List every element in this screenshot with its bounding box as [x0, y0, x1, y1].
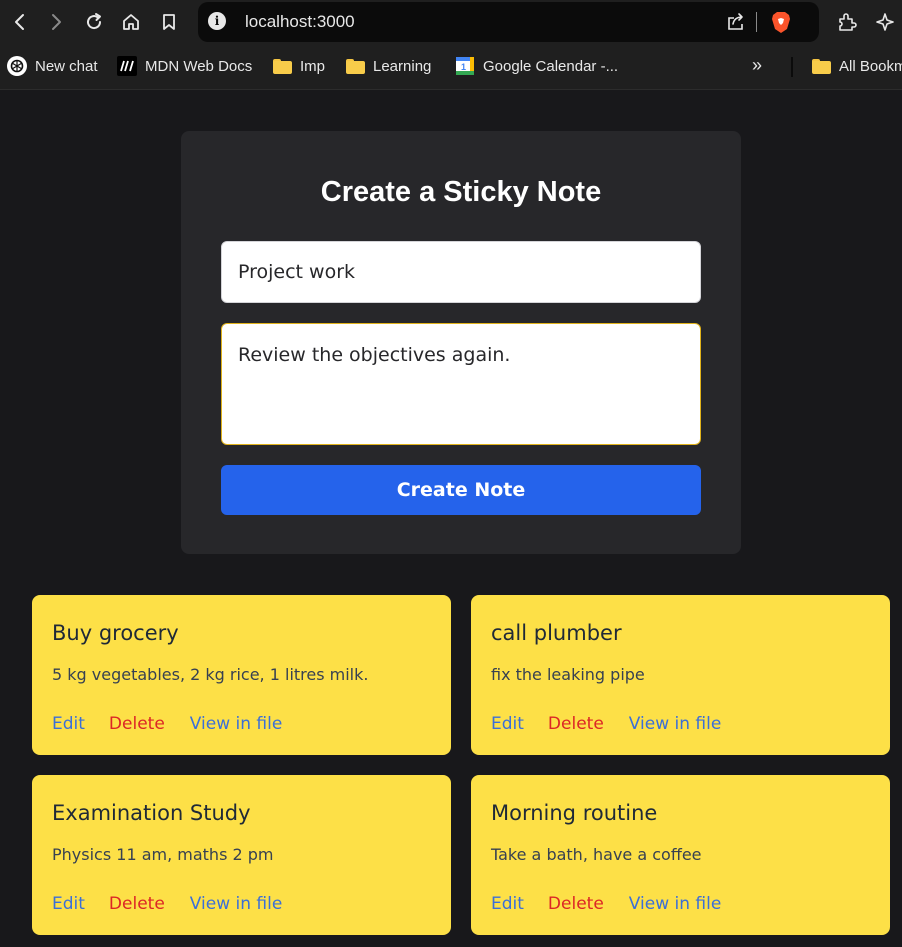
bookmark-label: All Bookm [839, 57, 902, 75]
bookmark-folder-imp[interactable]: Imp [272, 55, 325, 77]
browser-toolbar: i localhost:3000 [0, 0, 902, 44]
home-button[interactable] [117, 8, 145, 36]
google-calendar-icon: 1 [455, 56, 475, 76]
create-note-form: Create a Sticky Note Review the objectiv… [181, 131, 741, 554]
note-actions: Edit Delete View in file [52, 714, 282, 734]
edit-link[interactable]: Edit [52, 894, 85, 914]
bookmark-folder-learning[interactable]: Learning [345, 55, 431, 77]
site-info-icon[interactable]: i [208, 12, 226, 30]
delete-link[interactable]: Delete [109, 714, 165, 734]
note-title: Morning routine [491, 801, 658, 825]
bookmark-mdn[interactable]: MDN Web Docs [117, 55, 252, 77]
delete-link[interactable]: Delete [548, 894, 604, 914]
note-content: fix the leaking pipe [491, 665, 645, 684]
more-bookmarks-chevron[interactable]: » [752, 55, 762, 76]
bookmark-label: Google Calendar -... [483, 57, 619, 75]
note-title: Examination Study [52, 801, 251, 825]
share-icon[interactable] [726, 12, 746, 32]
view-in-file-link[interactable]: View in file [190, 714, 283, 734]
note-content: Take a bath, have a coffee [491, 845, 702, 864]
sticky-note: call plumber fix the leaking pipe Edit D… [471, 595, 890, 755]
note-title: call plumber [491, 621, 622, 645]
forward-button[interactable] [42, 8, 70, 36]
note-title-input[interactable] [221, 241, 701, 303]
delete-link[interactable]: Delete [109, 894, 165, 914]
note-actions: Edit Delete View in file [52, 894, 282, 914]
edit-link[interactable]: Edit [491, 714, 524, 734]
edit-link[interactable]: Edit [491, 894, 524, 914]
mdn-icon [117, 56, 137, 76]
sticky-note: Morning routine Take a bath, have a coff… [471, 775, 890, 935]
sticky-note: Buy grocery 5 kg vegetables, 2 kg rice, … [32, 595, 451, 755]
bookmark-icon [163, 14, 175, 30]
form-title: Create a Sticky Note [320, 176, 602, 208]
bookmark-new-chat[interactable]: New chat [7, 55, 98, 77]
folder-icon [811, 56, 831, 76]
bookmark-label: New chat [35, 57, 98, 75]
bookmark-page-button[interactable] [155, 8, 183, 36]
bookmark-google-calendar[interactable]: 1 Google Calendar -... [455, 55, 618, 77]
reload-icon [87, 13, 102, 30]
all-bookmarks-folder[interactable]: All Bookm [811, 55, 902, 77]
note-actions: Edit Delete View in file [491, 894, 721, 914]
chevron-right-icon [52, 14, 61, 30]
sticky-note: Examination Study Physics 11 am, maths 2… [32, 775, 451, 935]
svg-text:1: 1 [461, 62, 466, 72]
extensions-icon[interactable] [836, 11, 858, 33]
address-bar-divider [756, 12, 757, 32]
view-in-file-link[interactable]: View in file [629, 714, 722, 734]
brave-shield-icon[interactable] [770, 10, 792, 34]
back-button[interactable] [6, 8, 34, 36]
note-content: 5 kg vegetables, 2 kg rice, 1 litres mil… [52, 665, 369, 684]
sparkle-star-icon[interactable] [874, 11, 896, 33]
chatgpt-icon [7, 56, 27, 76]
bookmarks-divider [791, 57, 793, 77]
bookmark-label: MDN Web Docs [145, 57, 253, 75]
view-in-file-link[interactable]: View in file [629, 894, 722, 914]
chevron-left-icon [15, 14, 24, 30]
view-in-file-link[interactable]: View in file [190, 894, 283, 914]
bookmarks-bar: New chat MDN Web Docs Imp Learning 1 Goo… [0, 44, 902, 90]
note-actions: Edit Delete View in file [491, 714, 721, 734]
url-text[interactable]: localhost:3000 [245, 12, 355, 32]
reload-button[interactable] [80, 8, 108, 36]
notes-grid: Buy grocery 5 kg vegetables, 2 kg rice, … [32, 595, 890, 935]
delete-link[interactable]: Delete [548, 714, 604, 734]
edit-link[interactable]: Edit [52, 714, 85, 734]
bookmark-label: Learning [373, 57, 432, 75]
note-content-textarea[interactable]: Review the objectives again. [221, 323, 701, 445]
bookmark-label: Imp [300, 57, 326, 75]
folder-icon [272, 56, 292, 76]
address-bar[interactable]: i localhost:3000 [198, 2, 819, 42]
home-icon [123, 14, 139, 30]
folder-icon [345, 56, 365, 76]
create-note-button[interactable]: Create Note [221, 465, 701, 515]
note-title: Buy grocery [52, 621, 179, 645]
note-content: Physics 11 am, maths 2 pm [52, 845, 274, 864]
